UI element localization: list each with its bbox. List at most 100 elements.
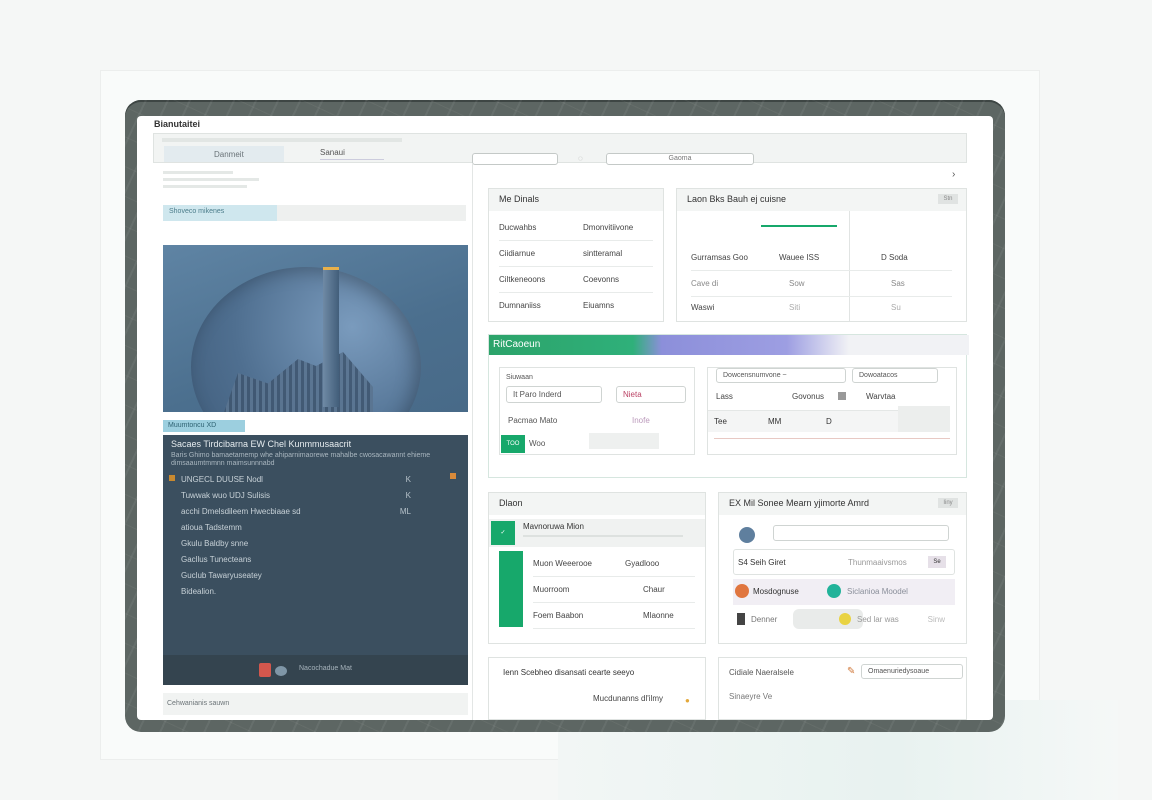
- footer-text: Nacochadue Mat: [299, 665, 352, 672]
- table-row[interactable]: Dumnaniiss Eiuamns: [499, 293, 653, 319]
- card-tag[interactable]: Iiny: [938, 498, 958, 508]
- card-title: Ienn Scebheo disansati cearte seeyo: [503, 668, 635, 677]
- field-label: Pacmao Mato: [508, 416, 558, 425]
- list-item[interactable]: Tuwwak wuo UDJ Sulisis K: [181, 491, 451, 507]
- card-details: Me Dinals Ducwahbs Dmonvitiivone Ciidiarn…: [488, 188, 664, 322]
- card-title: Dlaon: [489, 493, 705, 515]
- field-pill[interactable]: It Paro Inderd: [506, 386, 602, 403]
- list-item[interactable]: atioua Tadstemm: [181, 523, 451, 539]
- image-thumb: [793, 609, 863, 629]
- star-icon: [839, 613, 851, 625]
- card-list: Dlaon ✓ Mavnoruwa Mion Muon Weeerooe Gyad…: [488, 492, 706, 644]
- tower-graphic: [323, 267, 339, 407]
- right-subpanel: Dowcensnumvone ~ Dowoatacos Lass Govonus…: [707, 367, 957, 455]
- app-window: Bianutaitei Danmeit Sanaui ◌ Gaoma › Sho…: [137, 116, 993, 720]
- placeholder-block: [589, 433, 659, 449]
- card-subtext: Mucdunanns dl'ilmy: [593, 694, 664, 703]
- list-header-label: Mavnoruwa Mion: [523, 522, 584, 531]
- active-indicator: [761, 225, 837, 227]
- fire-icon: [735, 584, 749, 598]
- preview-block: [898, 406, 950, 432]
- table-row[interactable]: Muorroom Chaur: [533, 577, 695, 603]
- lightbulb-icon: ●: [685, 696, 690, 705]
- section-header: Shoveco mikenes: [163, 205, 466, 221]
- text-input[interactable]: Omaenuriedysoaue: [861, 664, 963, 679]
- footer-label: Cehwanianis sauwn: [167, 700, 230, 707]
- info-list: UNGECL DUUSE Nodl K Tuwwak wuo UDJ Sulisi…: [181, 475, 451, 603]
- toolbar-field-label: Sanaui: [320, 148, 384, 160]
- chevron-right-icon[interactable]: ›: [952, 169, 955, 180]
- edit-icon[interactable]: ✎: [847, 666, 855, 677]
- card-summary: Laon Bks Bauh ej cuisne Stn Gurramsas Go…: [676, 188, 967, 322]
- category-strip: [499, 551, 523, 627]
- info-card-footer: Nacochadue Mat: [163, 655, 468, 685]
- table-row[interactable]: Gurramsas Goo Wauee ISS D Soda: [691, 245, 952, 271]
- card-title: EX Mil Sonee Mearn yjimorte Amrd: [719, 493, 966, 515]
- row-label: Lass: [716, 392, 733, 401]
- table-row[interactable]: Ducwahbs Dmonvitiivone: [499, 215, 653, 241]
- dropdown[interactable]: Dowcensnumvone ~: [716, 368, 846, 383]
- card-tag[interactable]: Stn: [938, 194, 958, 204]
- left-pane: Shoveco mikenes Muumtoncu XD Sacaes Tird…: [153, 163, 473, 720]
- card-contacts: EX Mil Sonee Mearn yjimorte Amrd Iiny S4…: [718, 492, 967, 644]
- list-item[interactable]: UNGECL DUUSE Nodl K: [181, 475, 451, 491]
- list-item[interactable]: Gacllus Tunecteans: [181, 555, 451, 571]
- badge: Se: [928, 556, 946, 568]
- spinner-icon: ◌: [578, 154, 583, 163]
- toolbar-tab[interactable]: Danmeit: [164, 146, 284, 162]
- status-chip[interactable]: TOO: [501, 435, 525, 453]
- left-pane-header: [163, 171, 259, 192]
- card-title: Laon Bks Bauh ej cuisne: [677, 189, 966, 211]
- contact-row[interactable]: S4 Seih Giret Thunmaaivsmos Se: [733, 549, 955, 575]
- window-title: Bianutaitei: [154, 119, 201, 129]
- table-row[interactable]: Foem Baabon Mlaonne: [533, 603, 695, 629]
- status-label: Woo: [529, 439, 546, 448]
- section-tag[interactable]: Shoveco mikenes: [163, 205, 277, 221]
- info-card-title: Sacaes Tirdcibarna EW Chel Kunmmusaacrit: [171, 439, 352, 449]
- record-button[interactable]: [259, 663, 271, 677]
- list-item[interactable]: Guclub Tawaryuseatey: [181, 571, 451, 587]
- image-caption-chip[interactable]: Muumtoncu XD: [163, 420, 245, 432]
- divider: [714, 438, 950, 439]
- list-header: ✓ Mavnoruwa Mion: [489, 519, 705, 547]
- checkbox-icon[interactable]: [838, 392, 846, 400]
- card-subtext: Sinaeyre Ve: [729, 692, 773, 701]
- table-row[interactable]: Ciidiarnue sintteramal: [499, 241, 653, 267]
- info-card: Sacaes Tirdcibarna EW Chel Kunmmusaacrit…: [163, 435, 468, 685]
- table-row[interactable]: Waswi Siti Su: [691, 295, 952, 321]
- card-footer-left: Ienn Scebheo disansati cearte seeyo Mucd…: [488, 657, 706, 720]
- list-item[interactable]: Gkulu Baldby snne: [181, 539, 451, 555]
- tag-icon: [827, 584, 841, 598]
- table-row[interactable]: Cave di Sow Sas: [691, 271, 952, 297]
- toolbar-input-1[interactable]: [472, 153, 558, 165]
- input-row[interactable]: Tee MM D: [708, 410, 908, 432]
- card-title: Me Dinals: [489, 189, 663, 211]
- left-pane-footer: Cehwanianis sauwn: [163, 693, 468, 715]
- doc-icon: [737, 613, 745, 625]
- hero-image: [163, 245, 468, 412]
- table-row[interactable]: Ciltkeneoons Coevonns: [499, 267, 653, 293]
- status-dot-icon: [275, 666, 287, 676]
- list-item[interactable]: Bidealion.: [181, 587, 451, 603]
- check-icon: ✓: [491, 521, 515, 545]
- card-rotation: RitCaoeun Siuwaan It Paro Inderd Nieta P…: [488, 334, 969, 478]
- row-value: Warvtaa: [866, 392, 896, 401]
- contact-row[interactable]: Mosdognuse Siclanioa Moodel: [733, 579, 955, 605]
- list-item[interactable]: acchi Dmelsdileem Hwecbiaae sd ML: [181, 507, 451, 523]
- field-pill[interactable]: Nieta: [616, 386, 686, 403]
- dropdown[interactable]: Dowoatacos: [852, 368, 938, 383]
- progress-track: [523, 535, 683, 537]
- card-title: RitCaoeun: [489, 335, 969, 355]
- table-row[interactable]: Muon Weeerooe Gyadlooo: [533, 551, 695, 577]
- field-value: Inofe: [632, 416, 650, 425]
- subpanel-label: Siuwaan: [506, 374, 533, 381]
- avatar[interactable]: [739, 527, 755, 543]
- toolbar: Danmeit Sanaui ◌ Gaoma: [153, 133, 967, 165]
- toolbar-input-2[interactable]: Gaoma: [606, 153, 754, 165]
- card-footer-right: Cidiale Naeralsele ✎ Omaenuriedysoaue Si…: [718, 657, 967, 720]
- contact-row[interactable]: Denner Sed lar was Sinw: [733, 607, 955, 633]
- toolbar-strip: [162, 138, 402, 142]
- bullet-icon: [169, 475, 175, 481]
- search-input[interactable]: [773, 525, 949, 541]
- info-card-subtitle: Baris Ghimo bamaetamemp whe ahiparnimaor…: [171, 452, 431, 467]
